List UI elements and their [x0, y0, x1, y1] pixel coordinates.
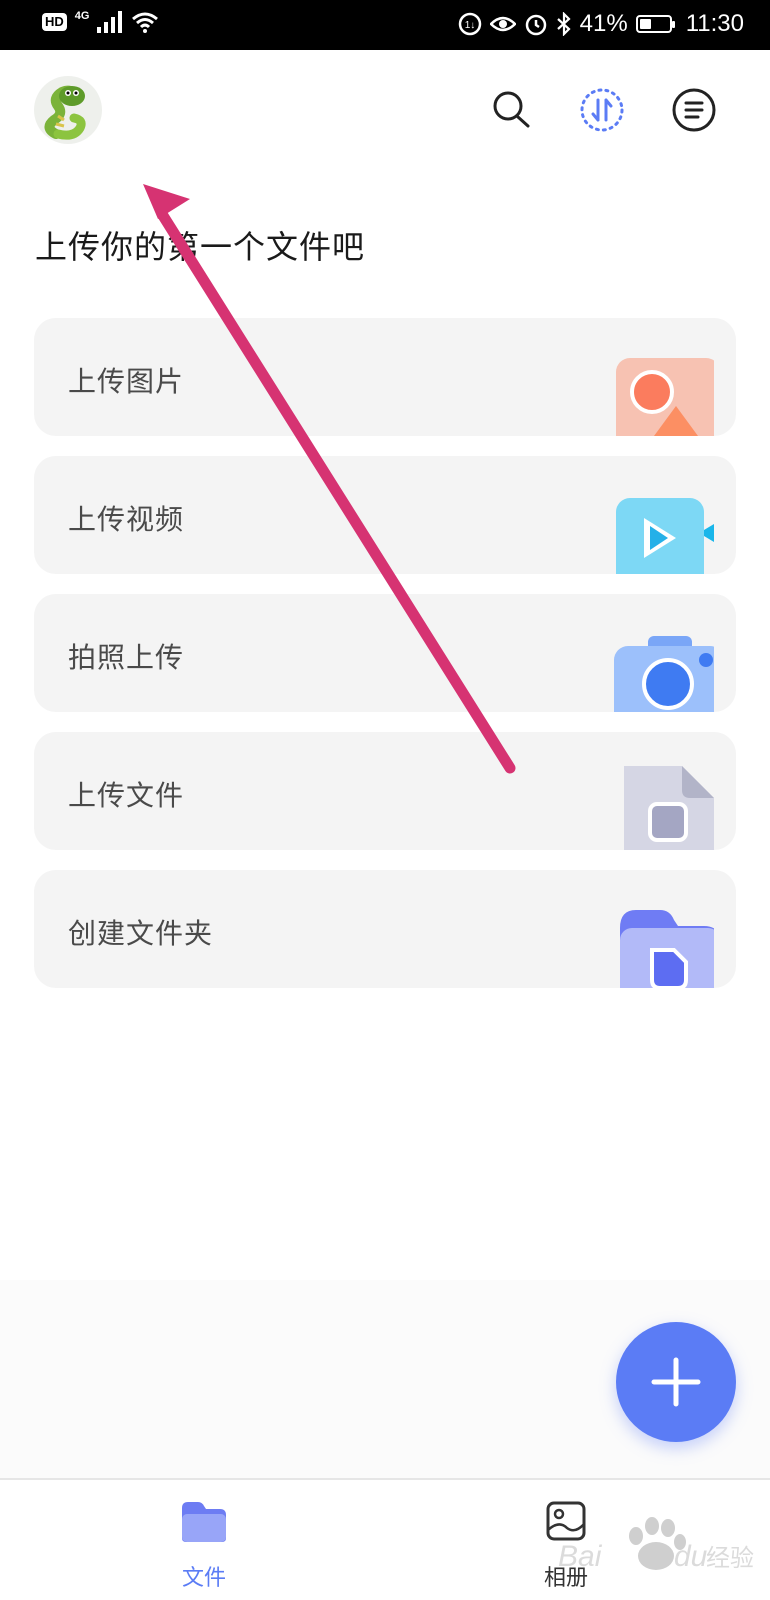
alarm-icon — [525, 14, 546, 36]
network-type: 4G — [74, 10, 90, 22]
tab-files[interactable]: 文件 — [144, 1480, 264, 1600]
transfer-button[interactable] — [580, 88, 624, 132]
signal-icon — [97, 11, 123, 33]
upload-file-card[interactable]: 上传文件 — [34, 732, 736, 850]
page-title: 上传你的第一个文件吧 — [35, 228, 366, 266]
folder-icon — [182, 1502, 226, 1542]
snake-avatar-icon — [44, 85, 86, 140]
video-icon — [616, 498, 714, 574]
tab-label: 文件 — [181, 1566, 226, 1591]
card-label: 上传视频 — [68, 503, 185, 536]
wifi-icon — [132, 12, 159, 33]
create-folder-card[interactable]: 创建文件夹 — [34, 870, 736, 988]
svg-text:经验: 经验 — [706, 1544, 754, 1572]
clock: 11:30 — [685, 10, 744, 37]
battery-icon — [635, 15, 675, 33]
avatar[interactable] — [34, 76, 102, 144]
card-label: 上传图片 — [68, 365, 185, 398]
menu-icon — [672, 88, 716, 132]
status-left: HD 4G — [42, 10, 159, 33]
hd-badge: HD — [42, 13, 67, 31]
status-bar: HD 4G 1↓ 41% 11:30 — [0, 0, 770, 50]
data-saver-icon: 1↓ — [458, 12, 481, 36]
camera-icon — [614, 636, 714, 712]
bluetooth-icon — [556, 12, 571, 36]
search-icon — [493, 91, 530, 128]
search-button[interactable] — [490, 88, 534, 132]
folder-icon — [620, 910, 714, 988]
plus-icon — [651, 1357, 701, 1407]
image-icon — [616, 358, 714, 436]
eye-icon — [489, 16, 516, 32]
status-right: 1↓ 41% 11:30 — [458, 10, 744, 38]
svg-text:Bai: Bai — [558, 1540, 603, 1573]
add-button[interactable] — [616, 1322, 736, 1442]
card-label: 创建文件夹 — [68, 917, 214, 950]
take-photo-card[interactable]: 拍照上传 — [34, 594, 736, 712]
upload-video-card[interactable]: 上传视频 — [34, 456, 736, 574]
battery-fill — [639, 19, 651, 29]
upload-image-card[interactable]: 上传图片 — [34, 318, 736, 436]
battery-percent: 41% — [579, 10, 628, 37]
svg-text:1↓: 1↓ — [464, 20, 475, 31]
card-label: 上传文件 — [68, 779, 185, 812]
card-label: 拍照上传 — [68, 641, 185, 674]
watermark-logo: Bai du 经验 — [558, 1517, 754, 1573]
file-icon — [624, 766, 714, 850]
svg-text:du: du — [674, 1540, 708, 1573]
menu-button[interactable] — [672, 88, 716, 132]
transfer-icon — [580, 88, 624, 132]
